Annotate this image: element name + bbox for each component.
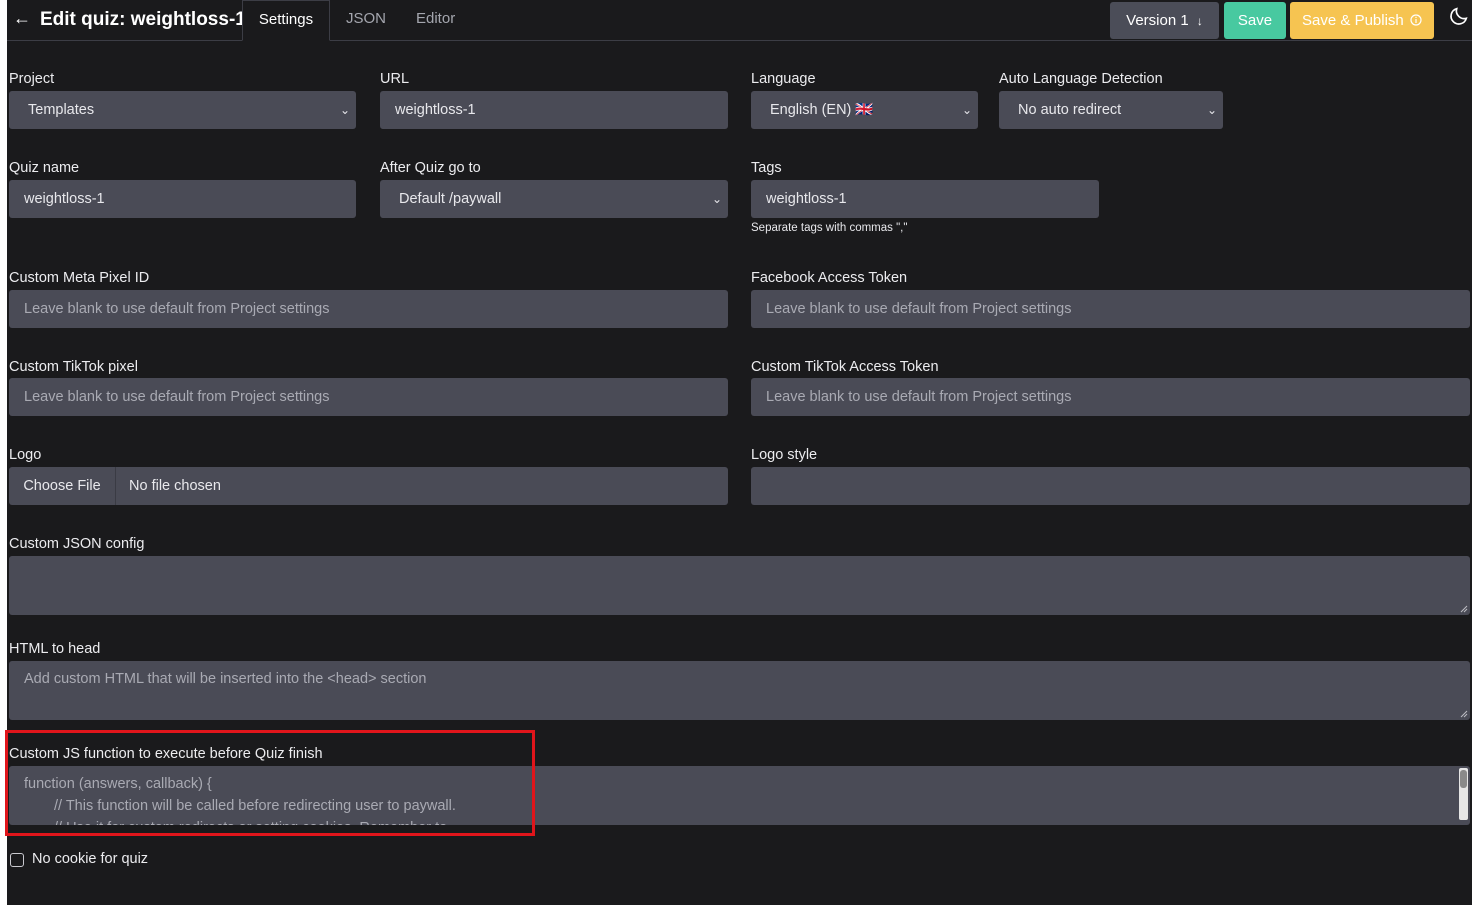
url-label: URL (380, 71, 410, 87)
save-button[interactable]: Save (1224, 2, 1286, 39)
tab-json[interactable]: JSON (346, 0, 386, 40)
custom-js-textarea[interactable]: function (answers, callback) { // This f… (9, 766, 1470, 825)
code-line: // This function will be called before r… (54, 798, 456, 814)
facebook-token-input[interactable]: Leave blank to use default from Project … (751, 290, 1470, 328)
language-label: Language (751, 71, 816, 87)
url-input[interactable]: weightloss-1 (380, 91, 728, 129)
dark-mode-moon-icon[interactable] (1448, 5, 1470, 27)
custom-json-label: Custom JSON config (9, 536, 145, 552)
meta-pixel-label: Custom Meta Pixel ID (9, 270, 150, 286)
quiz-name-label: Quiz name (9, 160, 80, 176)
language-value: English (EN) 🇬🇧 (770, 102, 874, 118)
logo-style-label: Logo style (751, 447, 818, 463)
after-quiz-value: Default /paywall (399, 191, 502, 207)
tiktok-pixel-input[interactable]: Leave blank to use default from Project … (9, 378, 728, 416)
project-value: Templates (28, 102, 95, 118)
version-dropdown-button[interactable]: Version 1 ↓ (1110, 2, 1219, 39)
language-select[interactable]: English (EN) 🇬🇧 ⌄ (751, 91, 978, 129)
project-label: Project (9, 71, 55, 87)
resize-handle-icon[interactable] (1460, 605, 1468, 613)
chevron-down-icon: ⌄ (961, 103, 972, 117)
save-publish-button[interactable]: Save & Publish (1290, 2, 1434, 39)
custom-js-label: Custom JS function to execute before Qui… (9, 746, 323, 762)
html-head-placeholder: Add custom HTML that will be inserted in… (24, 671, 427, 687)
html-head-textarea[interactable]: Add custom HTML that will be inserted in… (9, 661, 1470, 720)
save-publish-label: Save & Publish (1302, 12, 1404, 29)
tags-label: Tags (751, 160, 782, 176)
tags-help-text: Separate tags with commas "," (751, 222, 908, 234)
file-status: No file chosen (129, 478, 221, 494)
project-select[interactable]: Templates ⌄ (9, 91, 356, 129)
auto-language-value: No auto redirect (1018, 102, 1122, 118)
meta-pixel-input[interactable]: Leave blank to use default from Project … (9, 290, 728, 328)
tiktok-pixel-label: Custom TikTok pixel (9, 359, 138, 375)
top-bar: ← Edit quiz: weightloss-1 Settings JSON … (7, 0, 1472, 41)
after-quiz-label: After Quiz go to (380, 160, 481, 176)
scrollbar-thumb[interactable] (1460, 770, 1467, 788)
chevron-down-icon: ⌄ (711, 192, 722, 206)
facebook-token-label: Facebook Access Token (751, 270, 908, 286)
logo-style-input[interactable] (751, 467, 1470, 505)
logo-file-input[interactable]: Choose File No file chosen (9, 467, 728, 505)
choose-file-button[interactable]: Choose File (9, 467, 116, 505)
version-label: Version 1 (1126, 12, 1189, 29)
tags-input[interactable]: weightloss-1 (751, 180, 1099, 218)
tiktok-token-input[interactable]: Leave blank to use default from Project … (751, 378, 1470, 416)
chevron-down-icon: ⌄ (339, 103, 350, 117)
tiktok-token-label: Custom TikTok Access Token (751, 359, 939, 375)
logo-label: Logo (9, 447, 42, 463)
app-window: ← Edit quiz: weightloss-1 Settings JSON … (5, 0, 1472, 905)
arrow-down-icon: ↓ (1196, 14, 1203, 28)
info-icon (1410, 14, 1422, 26)
code-line: // Use it for custom redirects or settin… (24, 817, 1455, 825)
code-line: function (answers, callback) { (24, 776, 212, 792)
after-quiz-select[interactable]: Default /paywall ⌄ (380, 180, 728, 218)
tab-editor[interactable]: Editor (416, 0, 455, 40)
page-title: Edit quiz: weightloss-1 (40, 9, 246, 30)
no-cookie-checkbox[interactable] (10, 853, 24, 867)
back-arrow-icon[interactable]: ← (13, 8, 31, 29)
auto-language-select[interactable]: No auto redirect ⌄ (999, 91, 1223, 129)
resize-handle-icon[interactable] (1460, 710, 1468, 718)
quiz-name-input[interactable]: weightloss-1 (9, 180, 356, 218)
html-head-label: HTML to head (9, 641, 101, 657)
custom-json-textarea[interactable] (9, 556, 1470, 615)
tab-settings[interactable]: Settings (242, 0, 330, 41)
textarea-scrollbar[interactable] (1459, 768, 1468, 820)
chevron-down-icon: ⌄ (1206, 103, 1217, 117)
auto-language-label: Auto Language Detection (999, 71, 1163, 87)
no-cookie-label: No cookie for quiz (32, 851, 149, 867)
